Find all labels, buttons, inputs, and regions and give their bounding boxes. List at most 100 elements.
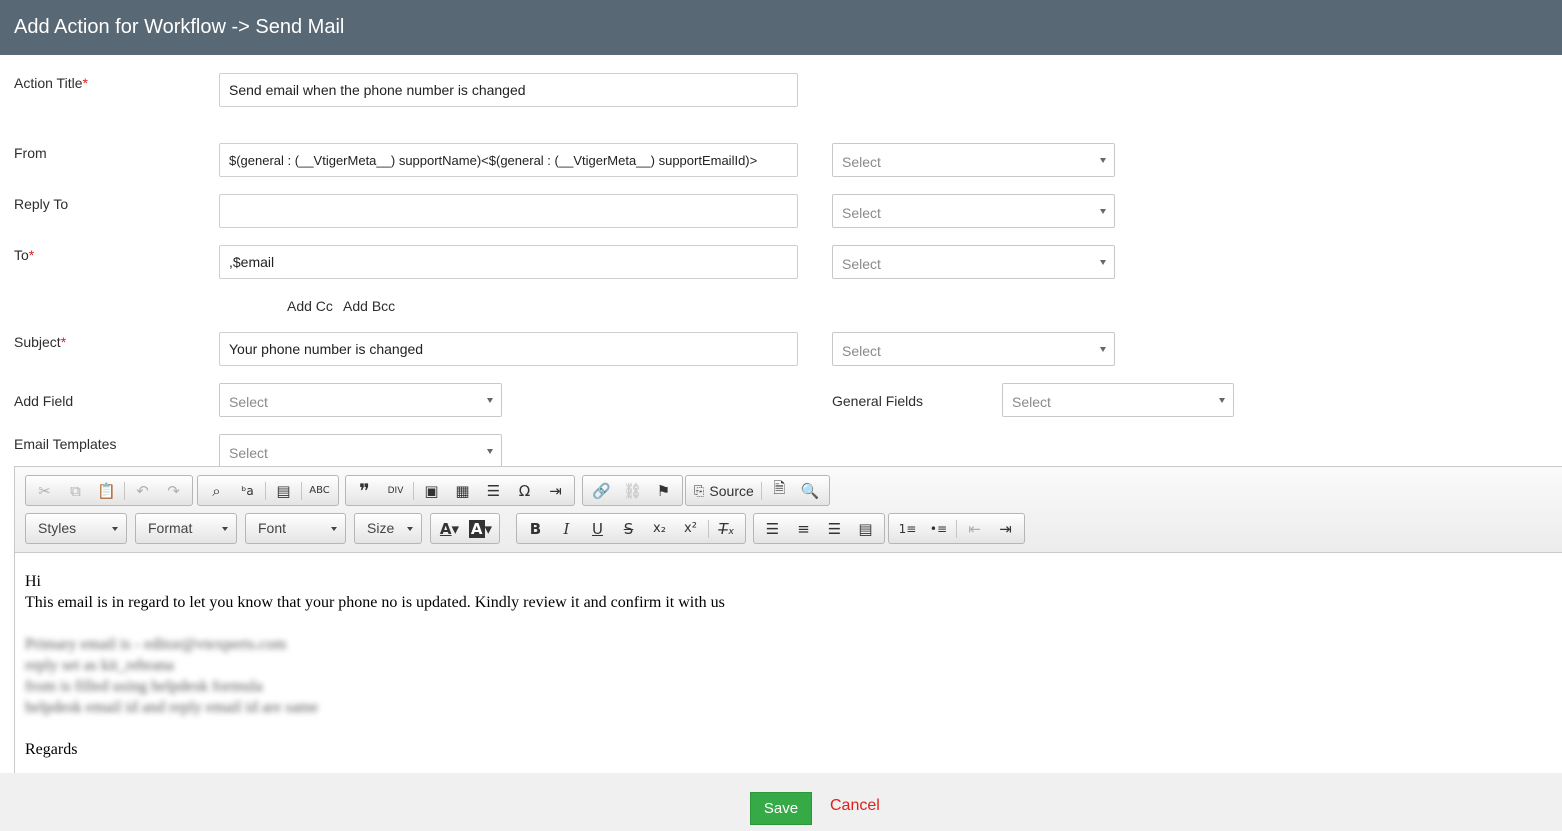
chevron-down-icon bbox=[1100, 347, 1106, 352]
reply-to-select[interactable]: Select bbox=[832, 194, 1115, 228]
superscript-icon[interactable]: x² bbox=[675, 515, 706, 542]
select-all-icon[interactable]: ▤ bbox=[268, 477, 299, 504]
templates-icon[interactable]: 🗎 bbox=[764, 477, 795, 504]
chevron-down-icon bbox=[222, 527, 228, 531]
blockquote-icon[interactable]: ❞ bbox=[349, 477, 380, 504]
clipboard-group: ✂ ⧉ 📋 ↶ ↷ bbox=[25, 475, 193, 506]
add-bcc-link[interactable]: Add Bcc bbox=[343, 298, 395, 314]
editor-toolbar: ✂ ⧉ 📋 ↶ ↷ ⌕ ᵇa ▤ ABC ❞ DIV ▣ ▦ ☰ Ω ⇥ 🔗 ⛓… bbox=[15, 467, 1562, 553]
font-combo[interactable]: Font bbox=[245, 513, 346, 544]
div-icon[interactable]: DIV bbox=[380, 477, 411, 504]
to-label: To* bbox=[14, 247, 35, 263]
subject-label: Subject* bbox=[14, 334, 67, 350]
replace-icon[interactable]: ᵇa bbox=[232, 477, 263, 504]
blurred-line: Primary email is - editor@vtexperts.com bbox=[25, 636, 287, 653]
from-input[interactable] bbox=[219, 143, 798, 177]
page-title: Add Action for Workflow -> Send Mail bbox=[14, 16, 345, 38]
color-group: A ▾ A ▾ bbox=[430, 513, 500, 544]
footer-bar: Save Cancel bbox=[0, 773, 1562, 831]
body-line: This email is in regard to let you know … bbox=[25, 594, 725, 611]
strikethrough-icon[interactable]: S bbox=[613, 515, 644, 542]
link-icon[interactable]: 🔗 bbox=[586, 477, 617, 504]
bold-icon[interactable]: B bbox=[520, 515, 551, 542]
remove-format-icon[interactable]: T̶ₓ bbox=[711, 515, 742, 542]
underline-icon[interactable]: U bbox=[582, 515, 613, 542]
outdent-icon[interactable]: ⇤ bbox=[959, 515, 990, 542]
chevron-down-icon bbox=[487, 398, 493, 403]
blurred-line: helpdesk email id and reply email id are… bbox=[25, 699, 319, 716]
special-char-icon[interactable]: Ω bbox=[509, 477, 540, 504]
chevron-down-icon bbox=[1219, 398, 1225, 403]
unlink-icon[interactable]: ⛓ bbox=[617, 477, 648, 504]
subject-select[interactable]: Select bbox=[832, 332, 1115, 366]
basic-styles-group: B I U S x₂ x² T̶ₓ bbox=[516, 513, 746, 544]
cancel-link[interactable]: Cancel bbox=[830, 797, 880, 815]
chevron-down-icon bbox=[407, 527, 413, 531]
email-templates-label: Email Templates bbox=[14, 436, 117, 452]
italic-icon[interactable]: I bbox=[551, 515, 582, 542]
editor-content[interactable]: Hi This email is in regard to let you kn… bbox=[25, 571, 1525, 760]
action-title-label: Action Title* bbox=[14, 75, 88, 91]
align-center-icon[interactable]: ≡ bbox=[788, 515, 819, 542]
chevron-down-icon bbox=[1100, 158, 1106, 163]
rich-text-editor: ✂ ⧉ 📋 ↶ ↷ ⌕ ᵇa ▤ ABC ❞ DIV ▣ ▦ ☰ Ω ⇥ 🔗 ⛓… bbox=[14, 466, 1562, 773]
align-right-icon[interactable]: ☰ bbox=[819, 515, 850, 542]
page-break-icon[interactable]: ⇥ bbox=[540, 477, 571, 504]
format-combo[interactable]: Format bbox=[135, 513, 237, 544]
align-left-icon[interactable]: ☰ bbox=[757, 515, 788, 542]
source-icon: ⎘ bbox=[694, 482, 705, 498]
blurred-line: from is filled using helpdesk formula bbox=[25, 678, 263, 695]
general-fields-select[interactable]: Select bbox=[1002, 383, 1234, 417]
find-icon[interactable]: ⌕ bbox=[201, 477, 232, 504]
add-cc-link[interactable]: Add Cc bbox=[287, 298, 333, 314]
add-field-label: Add Field bbox=[14, 393, 74, 409]
find-group: ⌕ ᵇa ▤ ABC bbox=[197, 475, 339, 506]
email-templates-select[interactable]: Select bbox=[219, 434, 502, 468]
save-button[interactable]: Save bbox=[750, 792, 812, 825]
spellcheck-icon[interactable]: ABC bbox=[304, 477, 335, 504]
cc-bcc-links: Add Cc Add Bcc bbox=[287, 298, 402, 314]
indent-icon[interactable]: ⇥ bbox=[990, 515, 1021, 542]
to-select[interactable]: Select bbox=[832, 245, 1115, 279]
reply-to-label: Reply To bbox=[14, 196, 69, 212]
to-input[interactable] bbox=[219, 245, 798, 279]
insert-group: ❞ DIV ▣ ▦ ☰ Ω ⇥ bbox=[345, 475, 575, 506]
background-color-icon[interactable]: A ▾ bbox=[465, 515, 496, 542]
cut-icon[interactable]: ✂ bbox=[29, 477, 60, 504]
paste-icon[interactable]: 📋 bbox=[91, 477, 122, 504]
text-color-icon[interactable]: A ▾ bbox=[434, 515, 465, 542]
chevron-down-icon bbox=[112, 527, 118, 531]
from-label: From bbox=[14, 145, 47, 161]
subscript-icon[interactable]: x₂ bbox=[644, 515, 675, 542]
numbered-list-icon[interactable]: 1≡ bbox=[892, 515, 923, 542]
source-group: ⎘ Source 🗎 🔍 bbox=[685, 475, 830, 506]
chevron-down-icon bbox=[331, 527, 337, 531]
align-justify-icon[interactable]: ▤ bbox=[850, 515, 881, 542]
body-line: Hi bbox=[25, 573, 41, 590]
body-line: Regards bbox=[25, 741, 78, 758]
bulleted-list-icon[interactable]: •≡ bbox=[923, 515, 954, 542]
reply-to-input[interactable] bbox=[219, 194, 798, 228]
subject-input[interactable] bbox=[219, 332, 798, 366]
copy-icon[interactable]: ⧉ bbox=[60, 477, 91, 504]
link-group: 🔗 ⛓ ⚑ bbox=[582, 475, 683, 506]
anchor-icon[interactable]: ⚑ bbox=[648, 477, 679, 504]
action-title-input[interactable] bbox=[219, 73, 798, 107]
page-header: Add Action for Workflow -> Send Mail bbox=[0, 0, 1562, 55]
chevron-down-icon bbox=[1100, 209, 1106, 214]
blurred-line: reply set as kit_rebrana bbox=[25, 657, 174, 674]
undo-icon[interactable]: ↶ bbox=[127, 477, 158, 504]
size-combo[interactable]: Size bbox=[354, 513, 422, 544]
chevron-down-icon bbox=[1100, 260, 1106, 265]
add-field-select[interactable]: Select bbox=[219, 383, 502, 417]
general-fields-label: General Fields bbox=[832, 393, 924, 409]
preview-icon[interactable]: 🔍 bbox=[795, 477, 826, 504]
styles-combo[interactable]: Styles bbox=[25, 513, 127, 544]
image-icon[interactable]: ▣ bbox=[416, 477, 447, 504]
horizontal-line-icon[interactable]: ☰ bbox=[478, 477, 509, 504]
source-button[interactable]: ⎘ Source bbox=[689, 477, 759, 504]
redo-icon[interactable]: ↷ bbox=[158, 477, 189, 504]
from-select[interactable]: Select bbox=[832, 143, 1115, 177]
table-icon[interactable]: ▦ bbox=[447, 477, 478, 504]
align-group: ☰ ≡ ☰ ▤ bbox=[753, 513, 885, 544]
